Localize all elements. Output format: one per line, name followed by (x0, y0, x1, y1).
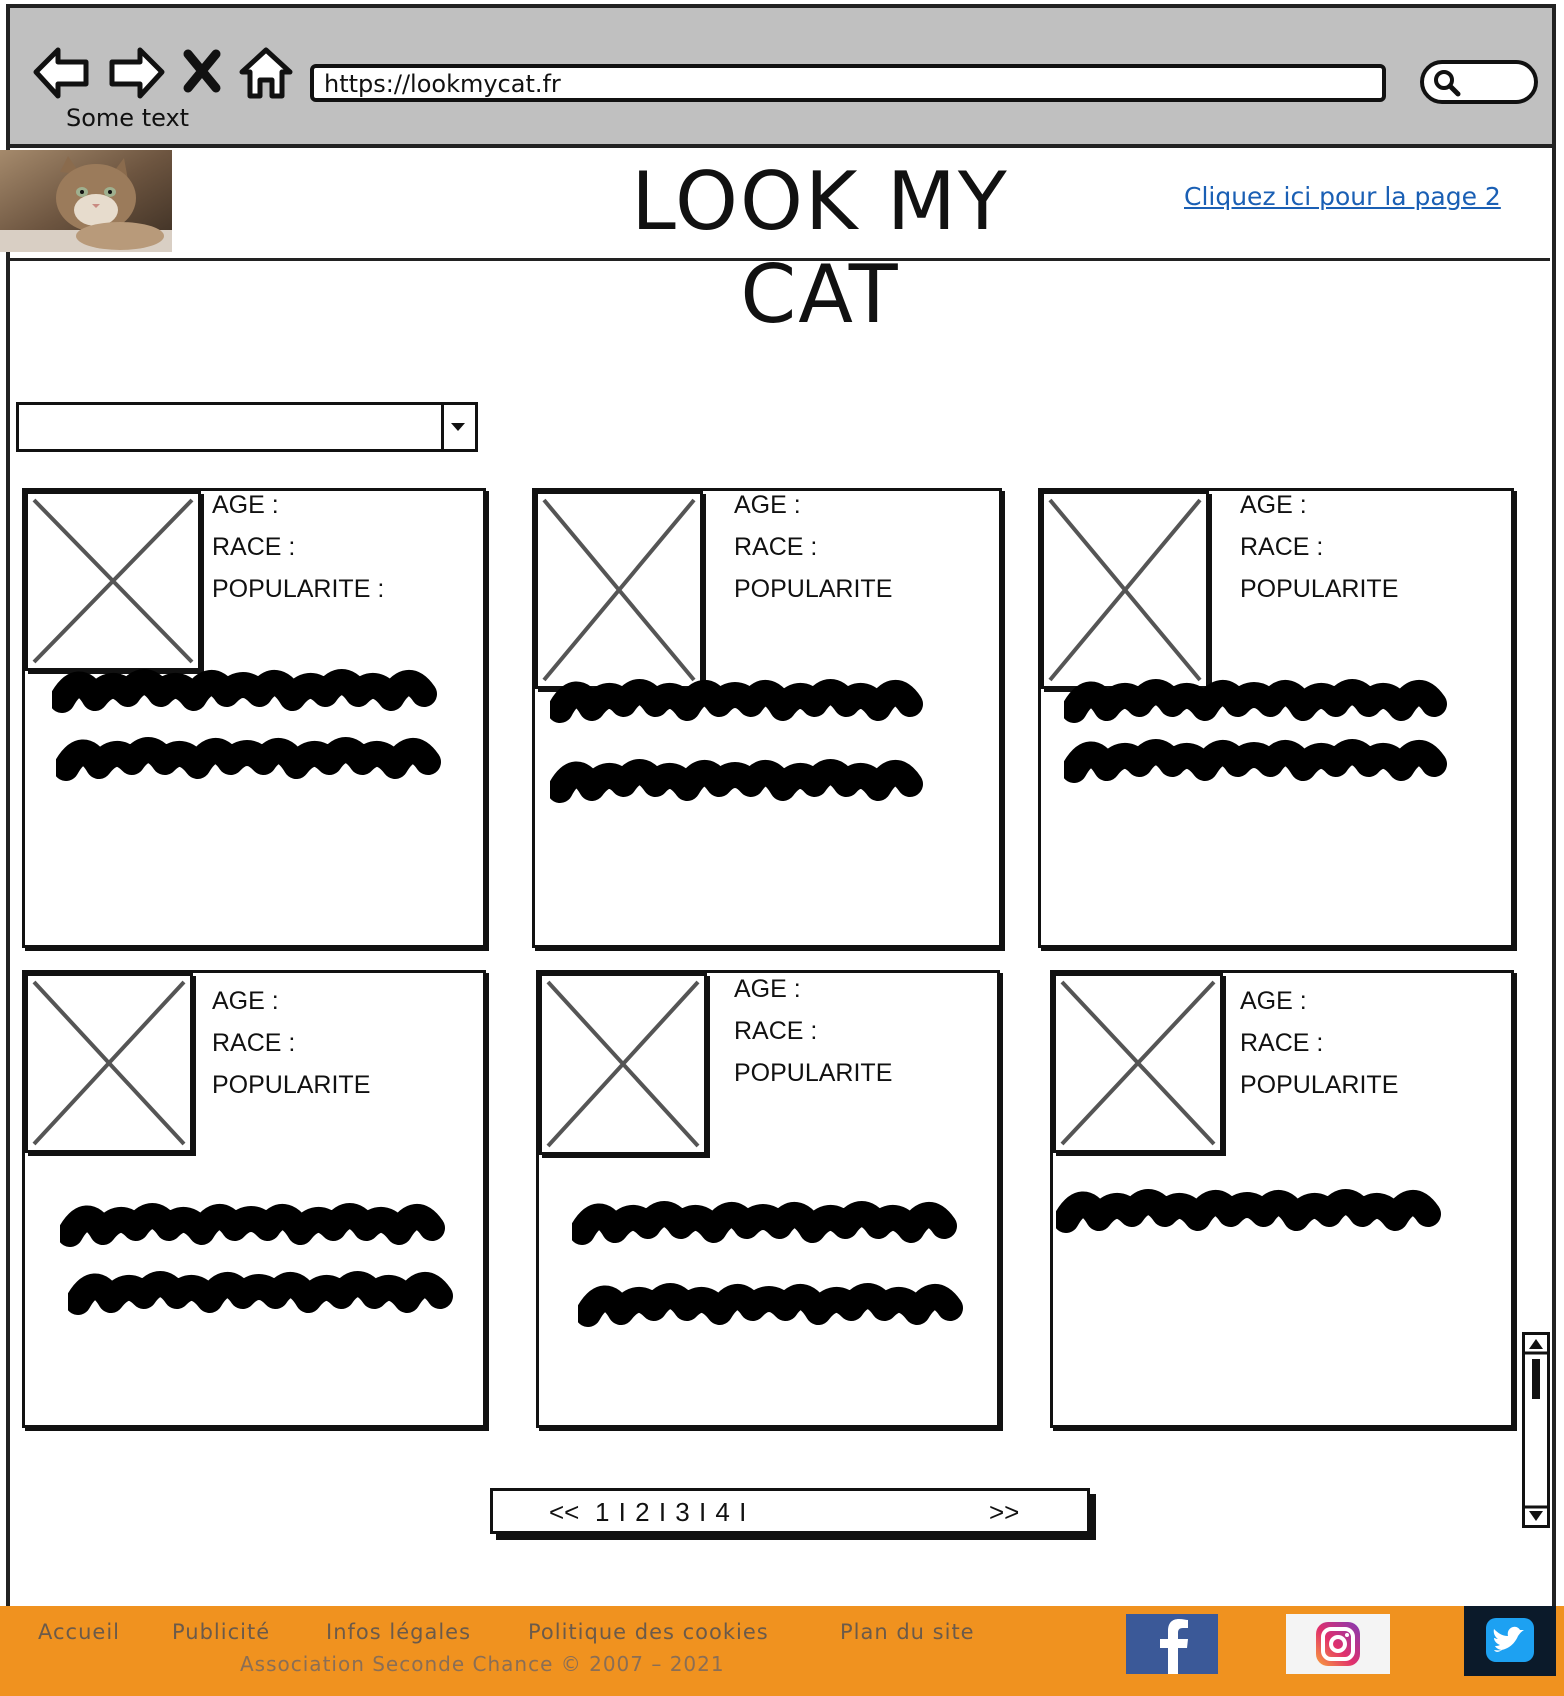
address-bar[interactable]: https://lookmycat.fr (310, 64, 1386, 102)
cat-card-info: AGE : RACE : POPULARITE (1240, 980, 1398, 1106)
cat-logo (0, 150, 172, 252)
text-scribble (1056, 1189, 1441, 1233)
card-popularite-label: POPULARITE (734, 575, 893, 603)
card-race-label: RACE : (212, 1029, 296, 1057)
next-page-button[interactable]: >> (989, 1497, 1019, 1528)
page-numbers[interactable]: 1 I 2 I 3 I 4 I (595, 1497, 747, 1528)
scroll-up-icon[interactable] (1529, 1339, 1543, 1349)
vertical-scrollbar[interactable] (1522, 1332, 1550, 1528)
card-popularite-label: POPULARITE : (212, 575, 385, 603)
image-placeholder-icon (1053, 973, 1223, 1153)
back-arrow-icon[interactable] (32, 44, 92, 100)
footer-link-infos-legales[interactable]: Infos légales (326, 1620, 471, 1644)
footer: Accueil Publicité Infos légales Politiqu… (0, 1606, 1564, 1696)
cat-card-info: AGE : RACE : POPULARITE (734, 968, 892, 1094)
card-race-label: RACE : (1240, 533, 1324, 561)
header-divider (6, 258, 1550, 261)
card-race-label: RACE : (1240, 1029, 1324, 1057)
cat-card-info: AGE : RACE : POPULARITE (212, 980, 370, 1106)
instagram-icon[interactable] (1286, 1614, 1390, 1674)
dropdown-toggle[interactable] (441, 405, 475, 449)
image-placeholder-icon (535, 491, 703, 689)
pagination: << 1 I 2 I 3 I 4 I >> (490, 1488, 1090, 1534)
card-popularite-label: POPULARITE (1240, 1071, 1399, 1099)
card-age-label: AGE : (734, 975, 801, 1003)
scroll-down-icon[interactable] (1529, 1511, 1543, 1521)
card-age-label: AGE : (1240, 987, 1307, 1015)
card-popularite-label: POPULARITE (734, 1059, 893, 1087)
image-placeholder-icon (1041, 491, 1209, 689)
filter-dropdown[interactable] (16, 402, 478, 452)
text-scribble (56, 737, 441, 781)
text-scribble (1064, 739, 1447, 783)
close-icon[interactable] (180, 44, 224, 100)
card-age-label: AGE : (734, 491, 801, 519)
card-race-label: RACE : (212, 533, 296, 561)
cat-card-info: AGE : RACE : POPULARITE : (212, 484, 384, 610)
footer-link-plan-du-site[interactable]: Plan du site (840, 1620, 975, 1644)
text-scribble (1064, 679, 1447, 723)
card-age-label: AGE : (212, 491, 279, 519)
card-age-label: AGE : (212, 987, 279, 1015)
page-2-link[interactable]: Cliquez ici pour la page 2 (1184, 182, 1501, 211)
page-title: LOOK MY CAT (631, 155, 1009, 341)
image-placeholder-icon (25, 973, 193, 1153)
prev-page-button[interactable]: << (549, 1497, 579, 1528)
footer-link-cookies[interactable]: Politique des cookies (528, 1620, 769, 1644)
text-scribble (68, 1271, 453, 1315)
card-age-label: AGE : (1240, 491, 1307, 519)
card-popularite-label: POPULARITE (1240, 575, 1399, 603)
browser-caption: Some text (66, 104, 190, 132)
text-scribble (572, 1201, 957, 1245)
forward-arrow-icon[interactable] (106, 44, 166, 100)
image-placeholder-icon (25, 491, 201, 671)
twitter-icon[interactable] (1464, 1606, 1556, 1676)
card-race-label: RACE : (734, 1017, 818, 1045)
text-scribble (550, 759, 923, 803)
footer-link-accueil[interactable]: Accueil (38, 1620, 120, 1644)
image-placeholder-icon (539, 973, 707, 1155)
facebook-icon[interactable] (1126, 1614, 1218, 1674)
text-scribble (578, 1283, 963, 1327)
chevron-down-icon (451, 423, 465, 431)
footer-link-publicite[interactable]: Publicité (172, 1620, 270, 1644)
text-scribble (60, 1203, 445, 1247)
search-icon (1434, 70, 1461, 97)
card-race-label: RACE : (734, 533, 818, 561)
scroll-thumb[interactable] (1532, 1359, 1540, 1399)
home-icon[interactable] (236, 44, 296, 100)
copyright: Association Seconde Chance © 2007 – 2021 (240, 1652, 725, 1676)
cat-card-info: AGE : RACE : POPULARITE (1240, 484, 1398, 610)
browser-search-field[interactable] (1420, 60, 1538, 104)
card-popularite-label: POPULARITE (212, 1071, 371, 1099)
text-scribble (550, 679, 923, 723)
text-scribble (52, 669, 437, 713)
cat-card-info: AGE : RACE : POPULARITE (734, 484, 892, 610)
